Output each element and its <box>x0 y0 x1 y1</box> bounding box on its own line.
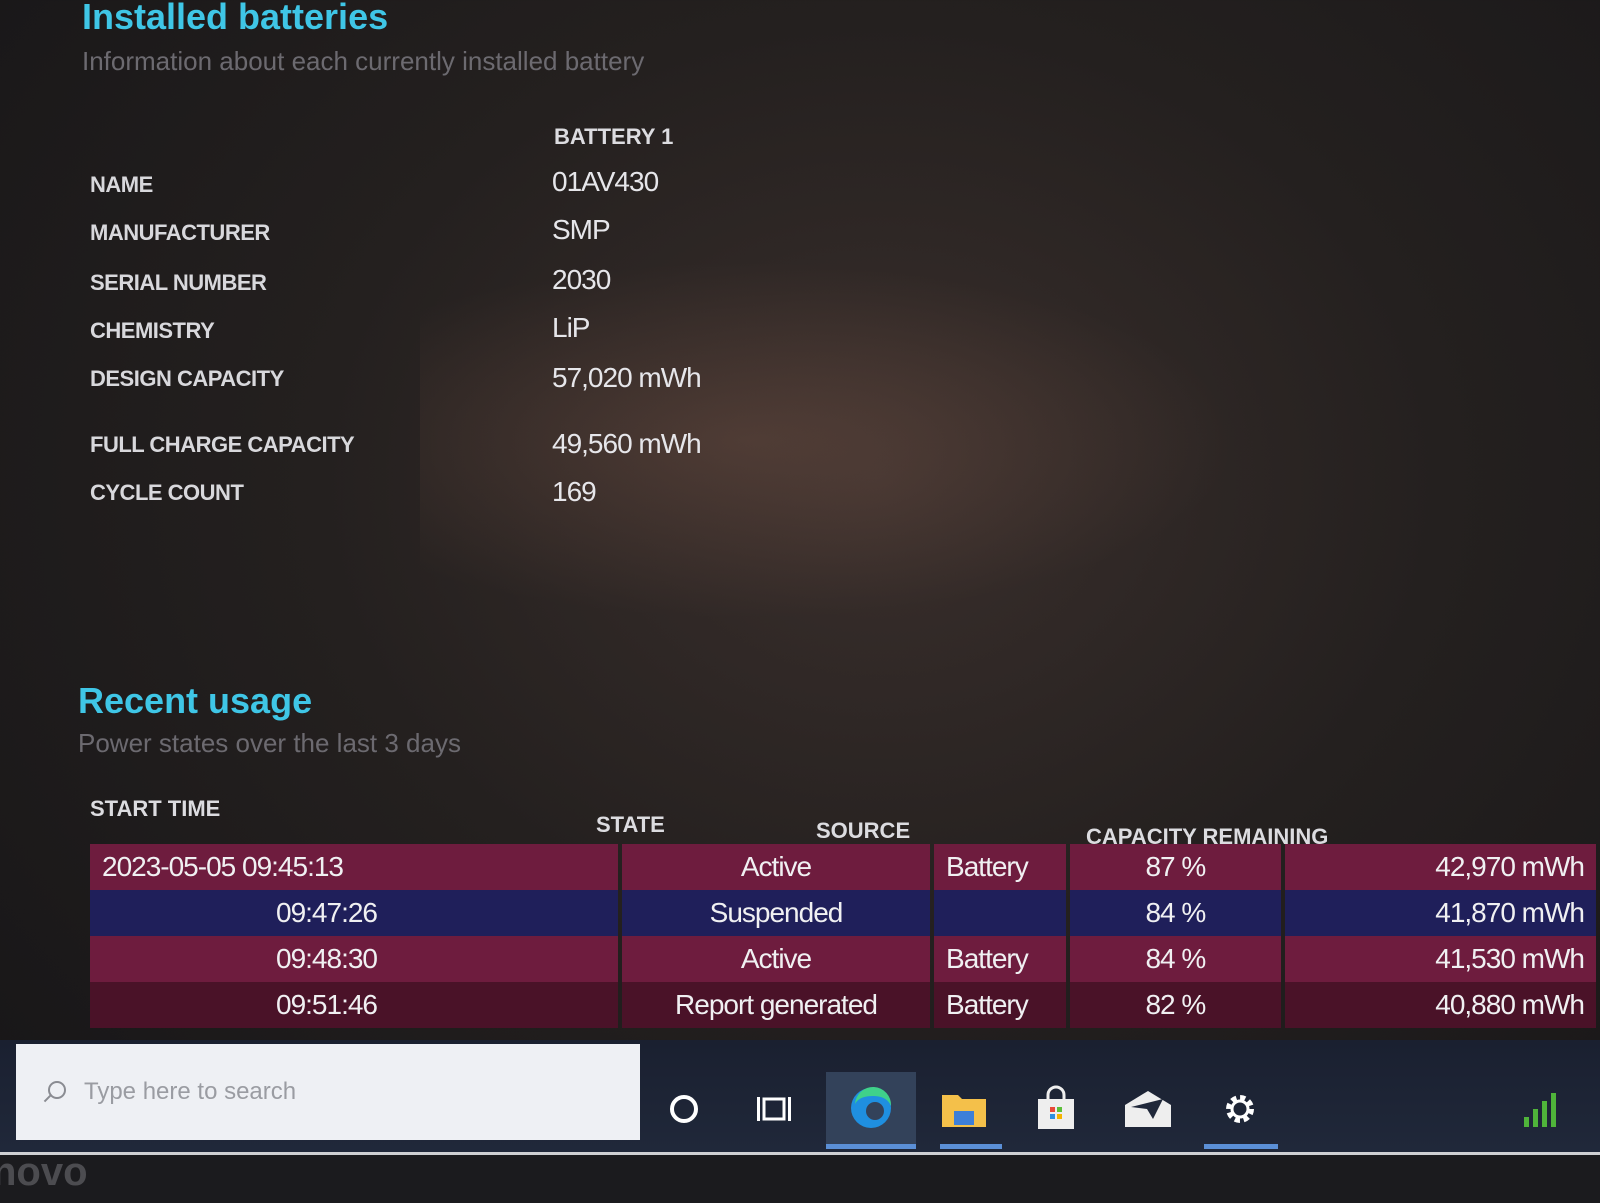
search-input[interactable] <box>82 1077 606 1107</box>
capacity-mwh-cell: 41,530 mWh <box>1285 936 1596 982</box>
task-view-icon[interactable] <box>742 1076 806 1142</box>
start-time-header: START TIME <box>90 796 221 821</box>
capacity-percent-cell: 84 % <box>1069 936 1282 982</box>
source-cell <box>934 890 1066 936</box>
recent-usage-table: 2023-05-05 09:45:13 Active Battery 87 % … <box>86 844 1600 1028</box>
capacity-mwh-cell: 41,870 mWh <box>1285 890 1596 936</box>
source-cell: Battery <box>934 844 1066 890</box>
search-icon <box>42 1081 66 1103</box>
state-cell: Active <box>621 844 931 890</box>
store-icon[interactable] <box>1024 1076 1088 1142</box>
manufacturer-label: MANUFACTURER <box>90 220 270 245</box>
installed-batteries-heading: Installed batteries <box>82 0 389 37</box>
source-cell: Battery <box>934 982 1066 1028</box>
installed-batteries-subtitle: Information about each currently install… <box>82 46 645 76</box>
capacity-percent-cell: 84 % <box>1069 890 1282 936</box>
network-signal-icon[interactable] <box>1506 1076 1570 1142</box>
screen-glare <box>420 260 1240 620</box>
design-capacity-value: 57,020 mWh <box>552 362 702 393</box>
bezel-brand-logo: novo <box>0 1150 88 1194</box>
state-header: STATE <box>596 812 665 837</box>
cortana-icon[interactable] <box>652 1076 716 1142</box>
table-row: 09:47:26 Suspended 84 % 41,870 mWh <box>90 890 1596 936</box>
start-time-cell: 09:51:46 <box>90 982 618 1028</box>
recent-usage-subtitle: Power states over the last 3 days <box>78 728 461 758</box>
capacity-mwh-cell: 40,880 mWh <box>1285 982 1596 1028</box>
full-charge-capacity-value: 49,560 mWh <box>552 428 702 459</box>
manufacturer-value: SMP <box>552 214 611 245</box>
file-explorer-icon[interactable] <box>932 1076 996 1142</box>
design-capacity-label: DESIGN CAPACITY <box>90 366 284 391</box>
chemistry-value: LiP <box>552 312 590 343</box>
cycle-count-value: 169 <box>552 476 597 507</box>
capacity-percent-cell: 87 % <box>1069 844 1282 890</box>
table-row: 2023-05-05 09:45:13 Active Battery 87 % … <box>90 844 1596 890</box>
source-cell: Battery <box>934 936 1066 982</box>
source-header: SOURCE <box>816 818 911 843</box>
start-time-cell: 2023-05-05 09:45:13 <box>90 844 618 890</box>
full-charge-capacity-label: FULL CHARGE CAPACITY <box>90 432 355 457</box>
name-value: 01AV430 <box>552 166 659 197</box>
state-cell: Active <box>621 936 931 982</box>
table-row: 09:51:46 Report generated Battery 82 % 4… <box>90 982 1596 1028</box>
name-label: NAME <box>90 172 153 197</box>
chemistry-label: CHEMISTRY <box>90 318 215 343</box>
state-cell: Suspended <box>621 890 931 936</box>
settings-icon[interactable] <box>1208 1076 1272 1142</box>
table-row: 09:48:30 Active Battery 84 % 41,530 mWh <box>90 936 1596 982</box>
cycle-count-label: CYCLE COUNT <box>90 480 244 505</box>
explorer-running-indicator <box>940 1144 1002 1149</box>
laptop-bezel <box>0 1152 1600 1203</box>
serial-number-label: SERIAL NUMBER <box>90 270 267 295</box>
recent-usage-heading: Recent usage <box>78 680 313 721</box>
edge-icon[interactable] <box>826 1072 916 1144</box>
capacity-percent-cell: 82 % <box>1069 982 1282 1028</box>
settings-running-indicator <box>1204 1144 1278 1149</box>
battery-1-column-header: BATTERY 1 <box>554 124 674 149</box>
taskbar-search-box[interactable] <box>16 1044 640 1140</box>
capacity-mwh-cell: 42,970 mWh <box>1285 844 1596 890</box>
start-time-cell: 09:48:30 <box>90 936 618 982</box>
state-cell: Report generated <box>621 982 931 1028</box>
start-time-cell: 09:47:26 <box>90 890 618 936</box>
serial-number-value: 2030 <box>552 264 611 295</box>
mail-icon[interactable] <box>1116 1076 1180 1142</box>
edge-running-indicator <box>826 1144 916 1149</box>
